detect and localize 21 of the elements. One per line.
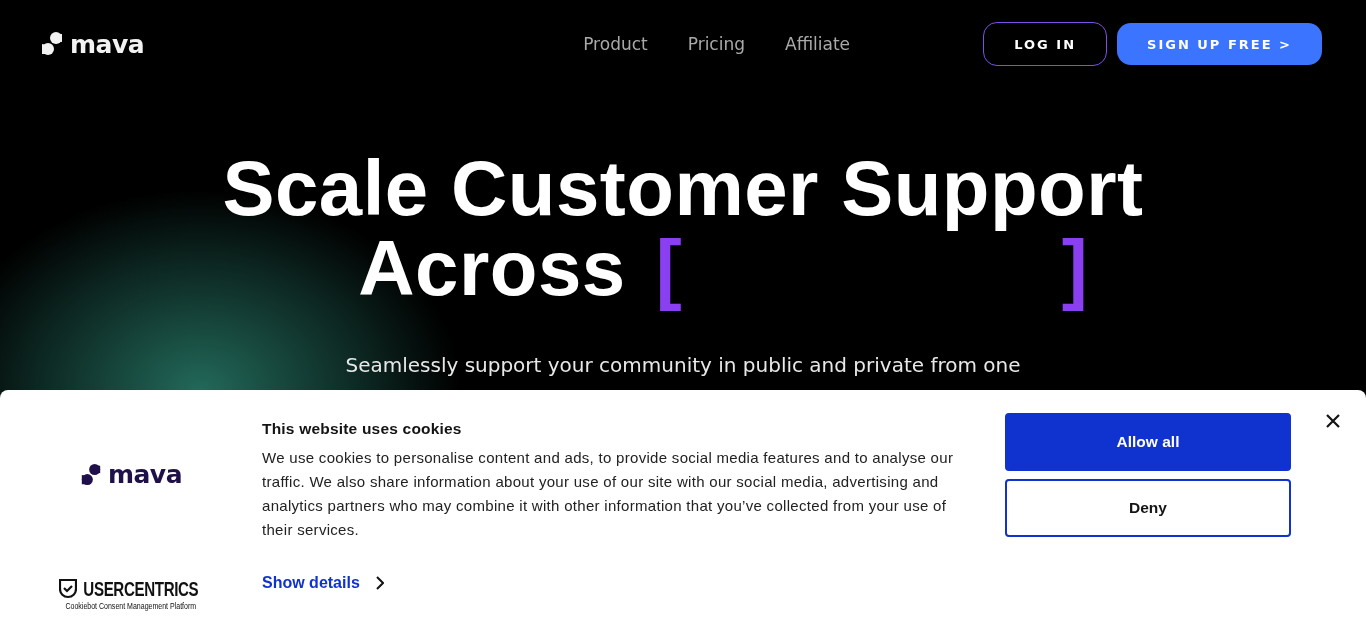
allow-all-button[interactable]: Allow all — [1005, 413, 1291, 471]
shield-check-icon — [59, 578, 78, 599]
chevron-right-icon — [375, 576, 384, 590]
cookie-title: This website uses cookies — [262, 420, 463, 438]
nav-link[interactable]: Pricing — [687, 34, 745, 54]
deny-button[interactable]: Deny — [1005, 479, 1291, 537]
nav-link[interactable]: Affiliate — [785, 34, 851, 54]
cookie-text: We use cookies to personalise content and ads, to provide social media features and to analyse our traffic. We also share information about your use of our site with our social media, advertising and analytics partners who may combine it with other information that you’ve collected from your use of their services. — [262, 448, 955, 540]
nav-link[interactable]: Product — [583, 34, 648, 54]
mava-logo-icon — [40, 32, 64, 56]
hero-title: Across — [358, 228, 626, 308]
close-button[interactable] — [1324, 412, 1342, 430]
login-button[interactable]: LOG IN — [983, 22, 1108, 66]
mava-logo-icon — [79, 463, 102, 486]
hero-subtitle: Seamlessly support your community in public and private from one — [345, 353, 1021, 377]
signup-button[interactable]: SIGN UP FREE > — [1117, 23, 1322, 65]
show-details-link[interactable]: Show details — [262, 574, 975, 592]
logo-wordmark: mava — [70, 31, 145, 57]
provider-name: USERCENTRICS — [83, 578, 199, 599]
provider-tagline: Cookiebot Consent Management Platform — [65, 601, 197, 611]
logo-wordmark: mava — [107, 462, 183, 487]
